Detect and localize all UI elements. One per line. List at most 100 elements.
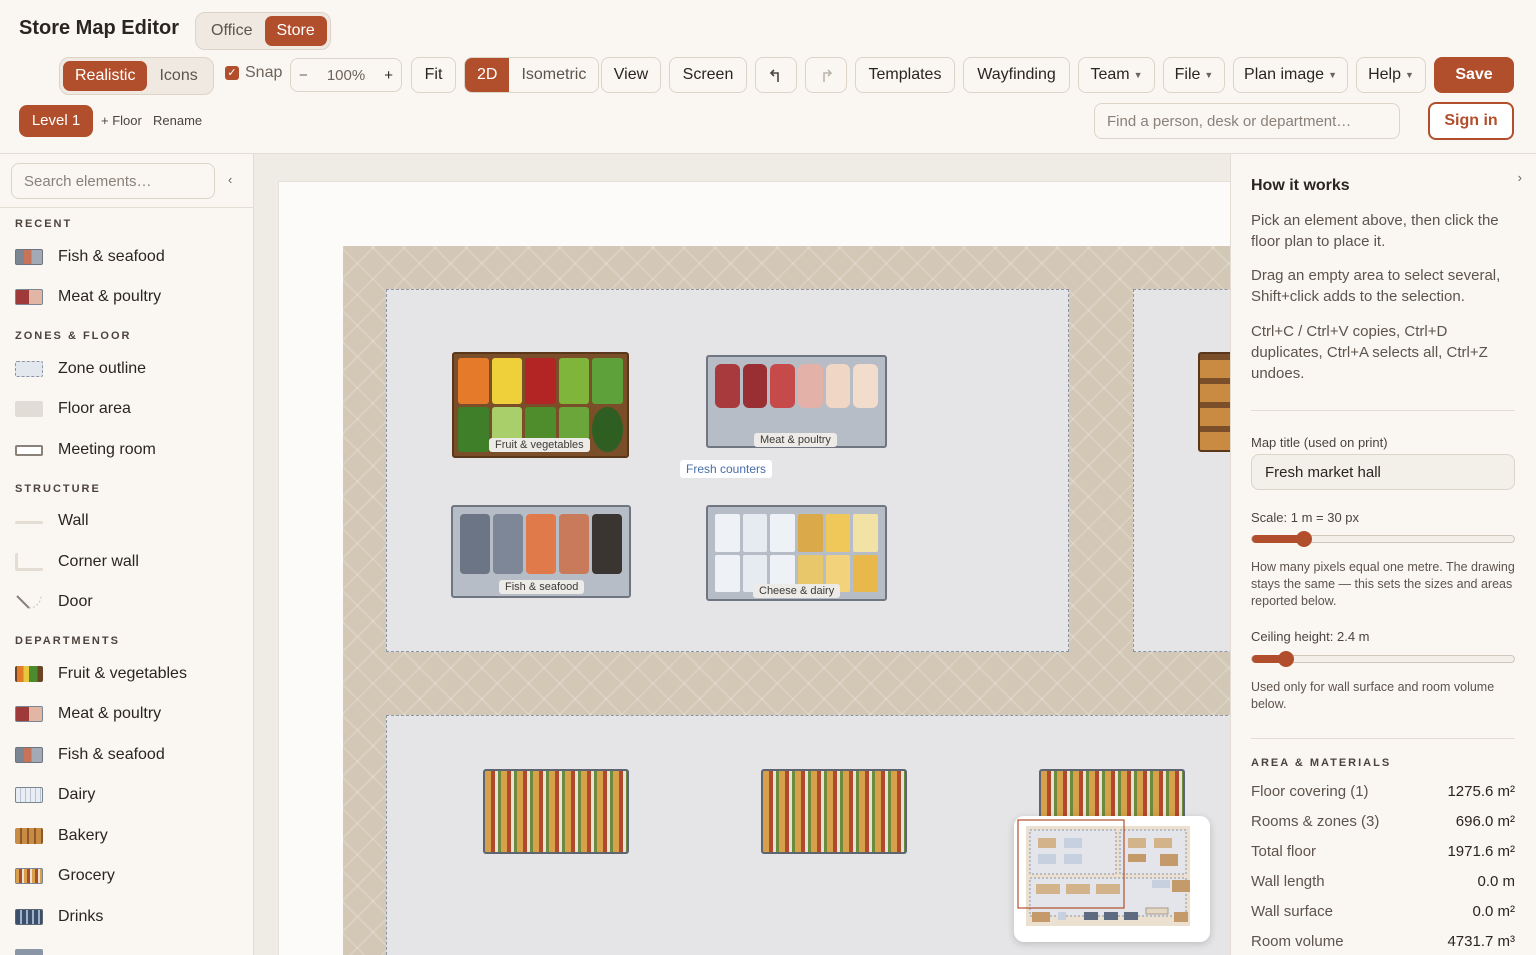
- ceiling-slider-handle[interactable]: [1278, 651, 1294, 667]
- fixture-label: Fish & seafood: [499, 580, 585, 594]
- file-menu[interactable]: File ▼: [1163, 57, 1225, 93]
- directory-search-input[interactable]: [1094, 103, 1400, 139]
- zoom-out-button[interactable]: −: [299, 67, 308, 84]
- fixture-grocery-shelf[interactable]: [483, 769, 629, 854]
- corner-wall-thumbnail: [15, 553, 43, 571]
- area-row-value: 1971.6 m²: [1447, 843, 1515, 860]
- sidebar-item-label: Grocery: [58, 867, 115, 884]
- sidebar-item-zone-outline[interactable]: Zone outline: [15, 354, 146, 384]
- save-button[interactable]: Save: [1434, 57, 1514, 93]
- area-row: Wall length 0.0 m: [1251, 873, 1515, 890]
- style-tab-realistic[interactable]: Realistic: [63, 61, 148, 91]
- sidebar-item-label: Fish & seafood: [58, 248, 165, 265]
- element-search-input[interactable]: [11, 163, 215, 199]
- level-tab-1[interactable]: Level 1: [19, 105, 93, 137]
- sidebar-item-fish-seafood-dept[interactable]: Fish & seafood: [15, 740, 165, 770]
- sidebar-item-bakery[interactable]: Bakery: [15, 821, 108, 851]
- divider: [1251, 410, 1515, 411]
- sidebar-item-meat-poultry[interactable]: Meat & poultry: [15, 282, 161, 312]
- section-title-zones: ZONES & FLOOR: [15, 330, 132, 342]
- plan-image-menu[interactable]: Plan image ▼: [1233, 57, 1348, 93]
- sidebar-item-meeting-room[interactable]: Meeting room: [15, 435, 156, 465]
- minimap[interactable]: [1014, 816, 1210, 942]
- sidebar-item-label: Dairy: [58, 786, 96, 803]
- app-title: Store Map Editor: [19, 17, 180, 39]
- section-title-recent: RECENT: [15, 218, 73, 230]
- scale-slider-handle[interactable]: [1296, 531, 1312, 547]
- how-it-works-title: How it works: [1251, 177, 1350, 194]
- templates-button[interactable]: Templates: [855, 57, 955, 93]
- how-text-select: Drag an empty area to select several, Sh…: [1251, 267, 1501, 305]
- chevron-left-icon[interactable]: ‹: [228, 172, 232, 187]
- sidebar-item-door[interactable]: Door: [15, 587, 93, 617]
- area-row: Floor covering (1) 1275.6 m²: [1251, 783, 1515, 800]
- chevron-down-icon: ▼: [1404, 70, 1414, 80]
- rename-button[interactable]: Rename: [153, 113, 202, 128]
- area-row-label: Wall surface: [1251, 903, 1333, 920]
- fish-seafood-thumbnail: [15, 747, 43, 763]
- floor-plan-canvas[interactable]: Fruit & vegetables Meat & poultry Fresh …: [254, 154, 1230, 955]
- style-tab-icons[interactable]: Icons: [147, 61, 209, 91]
- ceiling-slider[interactable]: [1251, 651, 1515, 667]
- map-title-input[interactable]: [1251, 454, 1515, 490]
- sidebar-item-label: Meeting room: [58, 441, 156, 458]
- help-menu[interactable]: Help ▼: [1356, 57, 1426, 93]
- area-row-value: 0.0 m: [1477, 873, 1515, 890]
- sign-in-button[interactable]: Sign in: [1428, 102, 1514, 140]
- sidebar-item-wall[interactable]: Wall: [15, 506, 89, 536]
- area-row-label: Wall length: [1251, 873, 1325, 890]
- sidebar-item-dairy[interactable]: Dairy: [15, 780, 95, 810]
- wayfinding-button[interactable]: Wayfinding: [963, 57, 1070, 93]
- area-row-value: 1275.6 m²: [1447, 783, 1515, 800]
- bakery-thumbnail: [15, 828, 43, 844]
- view-tab-isometric[interactable]: Isometric: [509, 58, 599, 92]
- element-sidebar: ‹ RECENT Fish & seafood Meat & poultry Z…: [0, 154, 254, 955]
- mode-tab-office[interactable]: Office: [199, 16, 265, 46]
- chevron-right-icon[interactable]: ›: [1518, 170, 1522, 185]
- fish-seafood-thumbnail: [15, 249, 43, 265]
- area-row: Room volume 4731.7 m³: [1251, 933, 1515, 950]
- area-row-value: 0.0 m²: [1472, 903, 1515, 920]
- inspector-panel: › How it works Pick an element above, th…: [1230, 154, 1536, 955]
- view-mode-switch: 2D Isometric: [464, 57, 600, 93]
- sidebar-item-drinks[interactable]: Drinks: [15, 902, 103, 932]
- zoom-in-button[interactable]: +: [384, 67, 393, 84]
- fixture-bakery[interactable]: [1198, 352, 1230, 452]
- chevron-down-icon: ▼: [1328, 70, 1337, 80]
- scale-label: Scale: 1 m = 30 px: [1251, 510, 1360, 525]
- snap-toggle[interactable]: ✓ Snap: [225, 64, 282, 82]
- team-label: Team: [1090, 66, 1130, 84]
- sidebar-item-more[interactable]: [15, 942, 58, 955]
- redo-button[interactable]: [805, 57, 847, 93]
- meeting-room-thumbnail: [15, 444, 43, 456]
- sidebar-item-fruit-vegetables[interactable]: Fruit & vegetables: [15, 659, 187, 689]
- undo-button[interactable]: [755, 57, 797, 93]
- view-tab-2d[interactable]: 2D: [465, 58, 510, 92]
- ceiling-label: Ceiling height: 2.4 m: [1251, 629, 1370, 644]
- screen-button[interactable]: Screen: [669, 57, 747, 93]
- door-icon: [16, 595, 42, 609]
- area-row-value: 696.0 m²: [1455, 813, 1515, 830]
- sidebar-item-corner-wall[interactable]: Corner wall: [15, 547, 139, 577]
- area-materials-title: AREA & MATERIALS: [1251, 757, 1392, 769]
- section-title-structure: STRUCTURE: [15, 483, 101, 495]
- sidebar-item-floor-area[interactable]: Floor area: [15, 394, 131, 424]
- sidebar-item-meat-poultry-dept[interactable]: Meat & poultry: [15, 699, 161, 729]
- fixture-grocery-shelf[interactable]: [761, 769, 907, 854]
- view-button[interactable]: View: [601, 57, 661, 93]
- sidebar-item-fish-seafood[interactable]: Fish & seafood: [15, 242, 165, 272]
- mode-switch: Office Store: [195, 12, 331, 50]
- snap-label: Snap: [245, 64, 283, 81]
- scale-slider[interactable]: [1251, 531, 1515, 547]
- zone-bakery[interactable]: [1133, 289, 1230, 652]
- undo-icon: [769, 69, 779, 82]
- plan-image-label: Plan image: [1244, 66, 1325, 84]
- add-floor-button[interactable]: + Floor: [101, 113, 142, 128]
- fit-button[interactable]: Fit: [411, 57, 456, 93]
- area-row-label: Room volume: [1251, 933, 1344, 950]
- team-menu[interactable]: Team ▼: [1078, 57, 1155, 93]
- sidebar-item-grocery[interactable]: Grocery: [15, 861, 115, 891]
- area-row-value: 4731.7 m³: [1447, 933, 1515, 950]
- mode-tab-store[interactable]: Store: [264, 16, 327, 46]
- how-text-place: Pick an element above, then click the fl…: [1251, 212, 1499, 250]
